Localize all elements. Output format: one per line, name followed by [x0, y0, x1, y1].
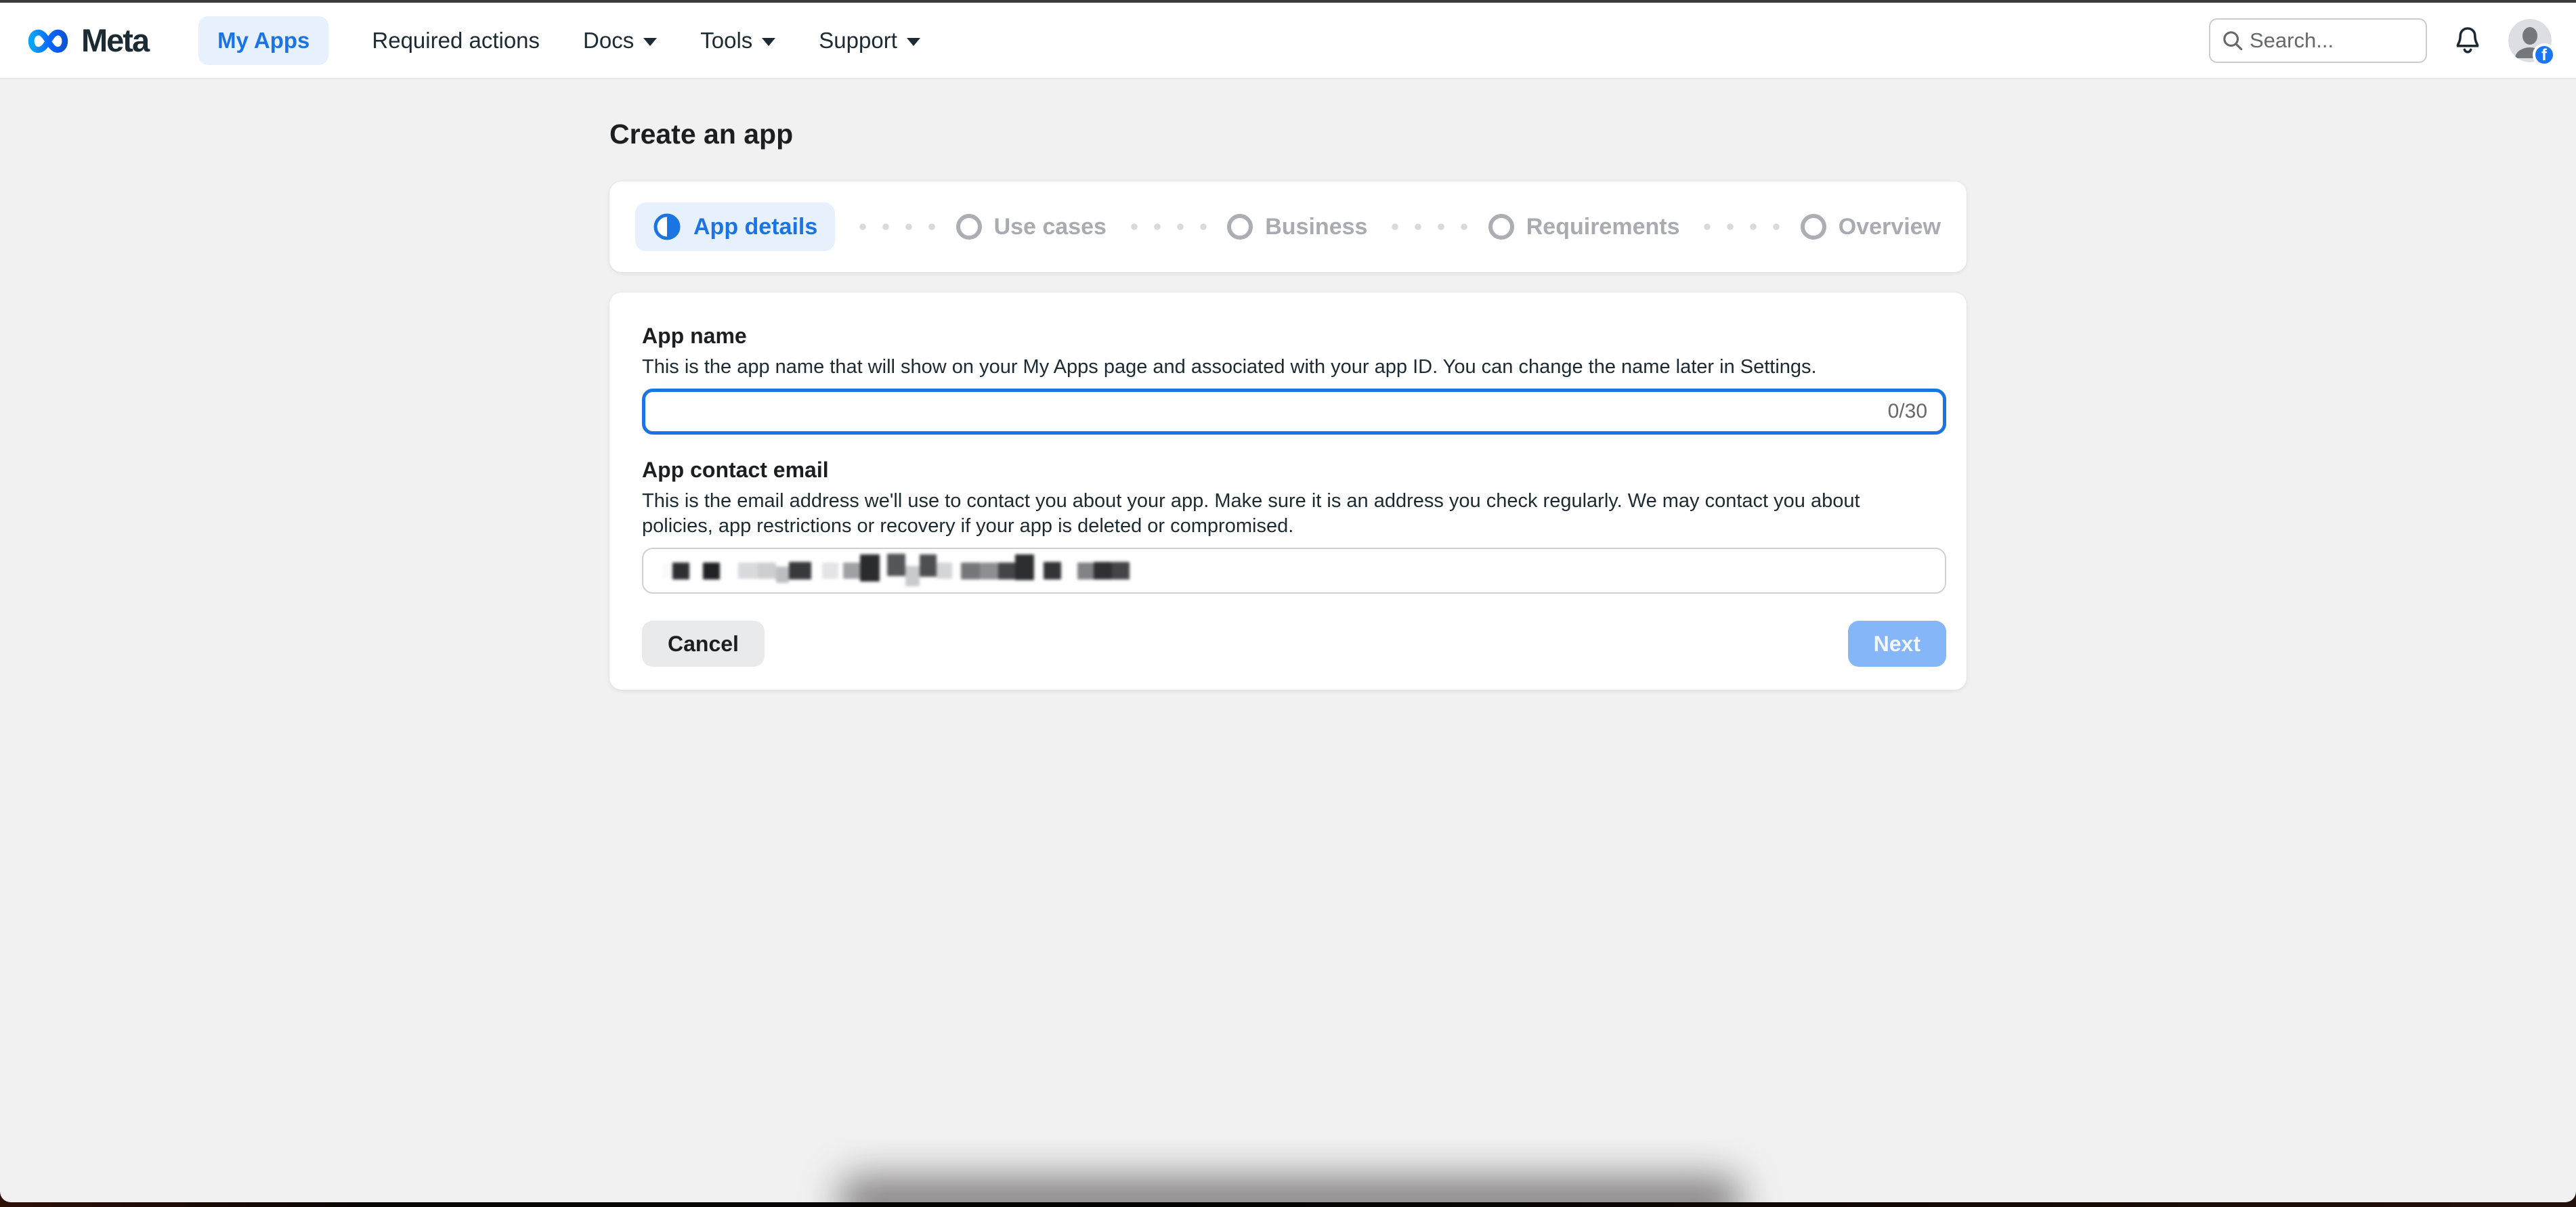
search-field [2209, 18, 2427, 63]
contact-email-label: App contact email [642, 458, 1946, 483]
facebook-badge-icon: f [2533, 43, 2556, 66]
app-name-label: App name [642, 324, 1946, 349]
step-circle-icon [1227, 214, 1253, 240]
step-connector [1377, 223, 1478, 230]
nav-tools-label: Tools [700, 28, 752, 53]
step-connector [1116, 223, 1218, 230]
step-app-details: App details [635, 202, 835, 251]
chevron-down-icon [643, 38, 657, 46]
header-right-cluster: f [2209, 18, 2552, 63]
step-business-label: Business [1265, 214, 1367, 240]
search-icon [2220, 28, 2246, 53]
char-counter: 0/30 [1888, 400, 1927, 423]
step-overview-label: Overview [1839, 214, 1941, 240]
wizard-stepper: App details Use cases Business Requireme… [609, 181, 1967, 272]
top-navbar: Meta My Apps Required actions Docs Tools… [0, 3, 2576, 79]
nav-support[interactable]: Support [819, 28, 920, 53]
form-actions: Cancel Next [642, 621, 1946, 667]
step-requirements: Requirements [1488, 214, 1680, 240]
nav-required-actions[interactable]: Required actions [372, 28, 540, 53]
app-name-input[interactable] [642, 389, 1946, 435]
nav-docs[interactable]: Docs [583, 28, 657, 53]
redacted-email-value [662, 557, 1130, 584]
nav-tools[interactable]: Tools [700, 28, 775, 53]
step-app-details-label: App details [693, 214, 817, 240]
app-name-helper: This is the app name that will show on y… [642, 355, 1933, 380]
browser-viewport: Meta My Apps Required actions Docs Tools… [0, 3, 2576, 1202]
nav-my-apps[interactable]: My Apps [198, 16, 328, 65]
app-details-form: App name This is the app name that will … [609, 292, 1967, 690]
primary-nav: My Apps Required actions Docs Tools Supp… [198, 16, 920, 65]
meta-logo[interactable]: Meta [24, 22, 148, 59]
meta-wordmark: Meta [81, 22, 148, 59]
main-content: Create an app App details Use cases Busi… [0, 79, 2576, 690]
nav-required-actions-label: Required actions [372, 28, 540, 53]
bell-icon [2451, 24, 2484, 57]
step-progress-icon [653, 213, 681, 241]
step-connector [1689, 223, 1790, 230]
app-name-field: 0/30 [642, 389, 1946, 435]
step-connector [844, 223, 946, 230]
step-use-cases: Use cases [956, 214, 1107, 240]
step-use-cases-label: Use cases [994, 214, 1107, 240]
nav-my-apps-label: My Apps [217, 28, 309, 53]
page-title: Create an app [609, 118, 2576, 150]
bottom-window-shadow [840, 1177, 1740, 1202]
contact-email-input[interactable] [642, 548, 1946, 594]
cancel-button[interactable]: Cancel [642, 621, 765, 667]
step-business: Business [1227, 214, 1367, 240]
chevron-down-icon [907, 38, 920, 46]
step-circle-icon [1488, 214, 1514, 240]
step-requirements-label: Requirements [1526, 214, 1680, 240]
step-overview: Overview [1801, 214, 1941, 240]
meta-infinity-icon [24, 24, 74, 57]
step-circle-icon [1801, 214, 1826, 240]
nav-support-label: Support [819, 28, 897, 53]
nav-docs-label: Docs [583, 28, 634, 53]
step-circle-icon [956, 214, 982, 240]
profile-menu-button[interactable]: f [2508, 19, 2552, 62]
next-button[interactable]: Next [1848, 621, 1946, 667]
contact-email-helper: This is the email address we'll use to c… [642, 489, 1933, 539]
chevron-down-icon [762, 38, 775, 46]
notifications-button[interactable] [2451, 24, 2484, 57]
